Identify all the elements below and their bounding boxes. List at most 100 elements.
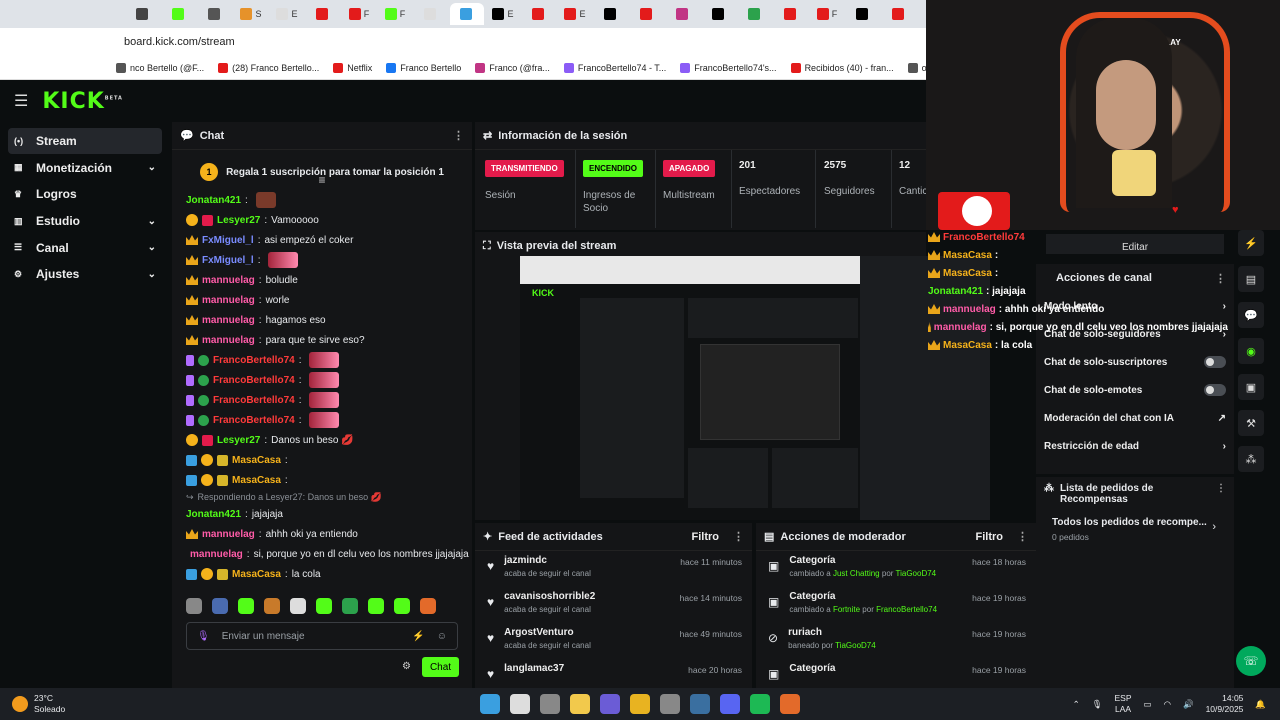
browser-tab[interactable] <box>738 3 772 25</box>
quick-action-icon[interactable]: ◉ <box>1238 338 1264 364</box>
sidebar-item-3[interactable]: ▥ Estudio ⌄ <box>8 208 162 234</box>
chrome-icon[interactable] <box>630 694 650 714</box>
sidebar-item-4[interactable]: ☰ Canal ⌄ <box>8 235 162 261</box>
file-explorer-icon[interactable] <box>570 694 590 714</box>
obs-icon[interactable] <box>600 694 620 714</box>
address-bar[interactable]: board.kick.com/stream <box>0 28 926 56</box>
browser-tab[interactable] <box>594 3 628 25</box>
emote-picker-icon[interactable]: ⚡ <box>412 631 424 642</box>
browser-tab[interactable]: E <box>558 3 592 25</box>
chat-username[interactable]: FrancoBertello74 <box>213 355 295 366</box>
mod-target[interactable]: Just Chatting <box>833 569 880 578</box>
wifi-icon[interactable]: ◠ <box>1164 699 1171 710</box>
monitor-icon[interactable]: ▭ <box>1144 699 1152 710</box>
emote-icon[interactable] <box>368 598 384 614</box>
feed-user[interactable]: jazmindc <box>504 555 591 566</box>
browser-tab[interactable] <box>414 3 448 25</box>
chat-message[interactable]: Lesyer27: Vamooooo <box>186 210 458 230</box>
quick-action-icon[interactable]: ⁂ <box>1238 446 1264 472</box>
quick-action-icon[interactable]: ▤ <box>1238 266 1264 292</box>
emote-icon[interactable] <box>264 598 280 614</box>
browser-tab[interactable]: F <box>378 3 412 25</box>
mod-item[interactable]: ▣ Categoría cambiado a Fortnite por Franco… <box>756 587 1036 623</box>
chat-username[interactable]: Jonatan421 <box>186 195 241 206</box>
mod-actor[interactable]: TiaGooD74 <box>896 569 937 578</box>
chat-message[interactable]: Jonatan421: <box>186 190 458 210</box>
support-button[interactable]: ☏ <box>1236 646 1266 676</box>
emote-icon[interactable] <box>342 598 358 614</box>
browser-tab[interactable] <box>450 3 484 25</box>
chat-username[interactable]: Jonatan421 <box>186 509 241 520</box>
kick-logo[interactable]: KICKBETA <box>42 89 123 114</box>
chat-username[interactable]: MasaCasa <box>232 569 281 580</box>
chat-username[interactable]: mannuelag <box>202 295 255 306</box>
browser-tab[interactable]: E <box>486 3 520 25</box>
emote-icon[interactable] <box>186 598 202 614</box>
browser-tab[interactable]: F <box>342 3 376 25</box>
brave-icon[interactable] <box>780 694 800 714</box>
weather-widget[interactable]: 23°C Soleado <box>0 693 480 715</box>
chat-username[interactable]: Lesyer27 <box>217 215 260 226</box>
feed-item[interactable]: ♥ ArgostVenturo acaba de seguir el canal ha… <box>475 623 752 659</box>
chat-send-button[interactable]: Chat <box>422 657 459 677</box>
bookmark-item[interactable]: outlook <box>907 62 926 73</box>
chat-message[interactable]: mannuelag: worle <box>186 290 458 310</box>
bookmark-item[interactable]: FrancoBertello74 - T... <box>563 62 666 73</box>
browser-tab[interactable] <box>666 3 700 25</box>
chat-message[interactable]: FrancoBertello74: <box>186 350 458 370</box>
chat-message[interactable]: mannuelag: si, porque yo en dl celu veo l… <box>186 544 469 564</box>
github-icon[interactable] <box>660 694 680 714</box>
browser-tab[interactable] <box>522 3 556 25</box>
mod-target[interactable]: Fortnite <box>833 605 860 614</box>
feed-filter-button[interactable]: Filtro <box>692 531 720 543</box>
quick-action-icon[interactable]: ⚡ <box>1238 230 1264 256</box>
chat-message[interactable]: mannuelag: boludle <box>186 270 458 290</box>
mic-tray-icon[interactable]: 🎙 <box>1092 699 1103 710</box>
quick-action-icon[interactable]: 💬 <box>1238 302 1264 328</box>
feed-more-icon[interactable]: ⋮ <box>733 530 744 543</box>
browser-tab[interactable] <box>882 3 916 25</box>
chat-username[interactable]: MasaCasa <box>232 455 281 466</box>
bookmark-item[interactable]: Franco Bertello <box>386 62 461 73</box>
mod-actor[interactable]: FrancoBertello74 <box>876 605 937 614</box>
browser-tab[interactable] <box>198 3 232 25</box>
chat-username[interactable]: mannuelag <box>190 549 243 560</box>
chat-username[interactable]: MasaCasa <box>232 475 281 486</box>
chat-username[interactable]: mannuelag <box>202 529 255 540</box>
preview-video[interactable]: KICK <box>520 256 990 520</box>
chat-message[interactable]: Jonatan421: jajajaja <box>186 504 458 524</box>
chat-username[interactable]: mannuelag <box>202 275 255 286</box>
chat-username[interactable]: FrancoBertello74 <box>213 375 295 386</box>
more-icon[interactable]: ⋮ <box>453 129 464 142</box>
search-icon[interactable] <box>510 694 530 714</box>
windows-start-icon[interactable] <box>480 694 500 714</box>
toggle-switch[interactable] <box>1204 356 1226 368</box>
quick-action-icon[interactable]: ▣ <box>1238 374 1264 400</box>
spotify-icon[interactable] <box>750 694 770 714</box>
emote-icon[interactable] <box>394 598 410 614</box>
chat-message[interactable]: mannuelag: para que te sirve eso? <box>186 330 458 350</box>
clock[interactable]: 14:05 10/9/2025 <box>1206 693 1244 715</box>
emote-icon[interactable] <box>212 598 228 614</box>
sidebar-item-0[interactable]: (•) Stream <box>8 128 162 154</box>
chat-message[interactable]: mannuelag: ahhh oki ya entiendo <box>186 524 458 544</box>
chat-username[interactable]: FxMiguel_l <box>202 235 254 246</box>
browser-tab[interactable] <box>702 3 736 25</box>
toggle-switch[interactable] <box>1204 384 1226 396</box>
bookmark-item[interactable]: Franco (@fra... <box>475 62 550 73</box>
chat-message[interactable]: MasaCasa: <box>186 450 458 470</box>
chat-message[interactable]: MasaCasa: la cola <box>186 564 458 584</box>
bookmark-item[interactable]: nco Bertello (@F... <box>116 62 204 73</box>
chat-message[interactable]: FrancoBertello74: <box>186 410 458 430</box>
chat-username[interactable]: mannuelag <box>202 335 255 346</box>
mod-item[interactable]: ▣ Categoría cambiado a Just Chatting por T… <box>756 551 1036 587</box>
channel-action-item[interactable]: Restricción de edad › <box>1036 432 1234 460</box>
channel-action-item[interactable]: Moderación del chat con IA ↗ <box>1036 404 1234 432</box>
bookmark-item[interactable]: FrancoBertello74's... <box>680 62 777 73</box>
mod-filter-button[interactable]: Filtro <box>976 531 1004 543</box>
chat-username[interactable]: Lesyer27 <box>217 435 260 446</box>
chat-message[interactable]: mannuelag: hagamos eso <box>186 310 458 330</box>
discord-icon[interactable] <box>720 694 740 714</box>
sidebar-item-2[interactable]: ♛ Logros <box>8 181 162 207</box>
browser-tab[interactable] <box>162 3 196 25</box>
